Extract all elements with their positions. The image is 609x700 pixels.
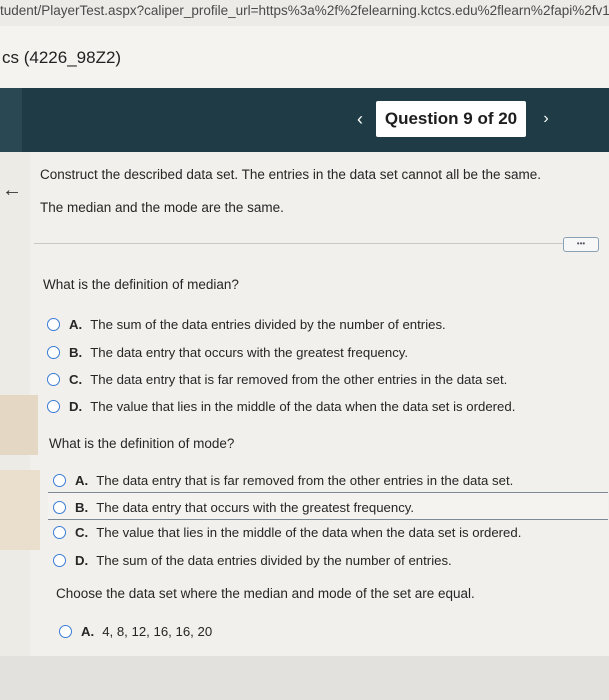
radio-button[interactable] (53, 473, 66, 487)
back-arrow-icon[interactable]: ← (2, 180, 22, 200)
radio-button[interactable] (53, 500, 66, 514)
url-text: tudent/PlayerTest.aspx?caliper_profile_u… (0, 3, 609, 18)
radio-button[interactable] (47, 372, 60, 386)
page: tudent/PlayerTest.aspx?caliper_profile_u… (0, 0, 609, 700)
course-title: cs (4226_98Z2) (2, 48, 122, 67)
next-question-button[interactable]: › (530, 105, 562, 133)
median-option-a[interactable]: A. The sum of the data entries divided b… (47, 313, 446, 335)
address-bar[interactable]: tudent/PlayerTest.aspx?caliper_profile_u… (0, 0, 609, 26)
median-option-d[interactable]: D. The value that lies in the middle of … (47, 395, 515, 417)
side-panel-shade (0, 470, 40, 550)
mode-option-b[interactable]: B. The data entry that occurs with the g… (53, 496, 414, 518)
radio-button[interactable] (53, 525, 66, 539)
side-panel-shade (0, 395, 38, 455)
radio-button[interactable] (47, 399, 60, 413)
divider (34, 243, 594, 244)
median-option-c[interactable]: C. The data entry that is far removed fr… (47, 368, 507, 390)
dataset-option-a[interactable]: A. 4, 8, 12, 16, 16, 20 (59, 620, 212, 642)
previous-question-button[interactable]: ‹ (344, 105, 376, 133)
problem-condition: The median and the mode are the same. (40, 200, 284, 215)
radio-button[interactable] (47, 317, 60, 331)
median-question: What is the definition of median? (43, 277, 239, 292)
question-content (0, 152, 609, 700)
mode-question: What is the definition of mode? (49, 436, 235, 451)
radio-button[interactable] (53, 553, 66, 567)
question-counter: Question 9 of 20 (376, 101, 526, 137)
problem-instruction: Construct the described data set. The en… (40, 167, 542, 182)
radio-button[interactable] (47, 345, 60, 359)
mode-option-a[interactable]: A. The data entry that is far removed fr… (53, 469, 513, 491)
radio-button[interactable] (59, 624, 72, 638)
expand-more-button[interactable]: ••• (563, 237, 599, 252)
mode-option-c[interactable]: C. The value that lies in the middle of … (53, 521, 521, 543)
median-option-b[interactable]: B. The data entry that occurs with the g… (47, 341, 408, 363)
bottom-area (0, 656, 609, 700)
header-accent (0, 88, 22, 152)
dataset-question: Choose the data set where the median and… (56, 586, 475, 601)
mode-option-d[interactable]: D. The sum of the data entries divided b… (53, 549, 452, 571)
